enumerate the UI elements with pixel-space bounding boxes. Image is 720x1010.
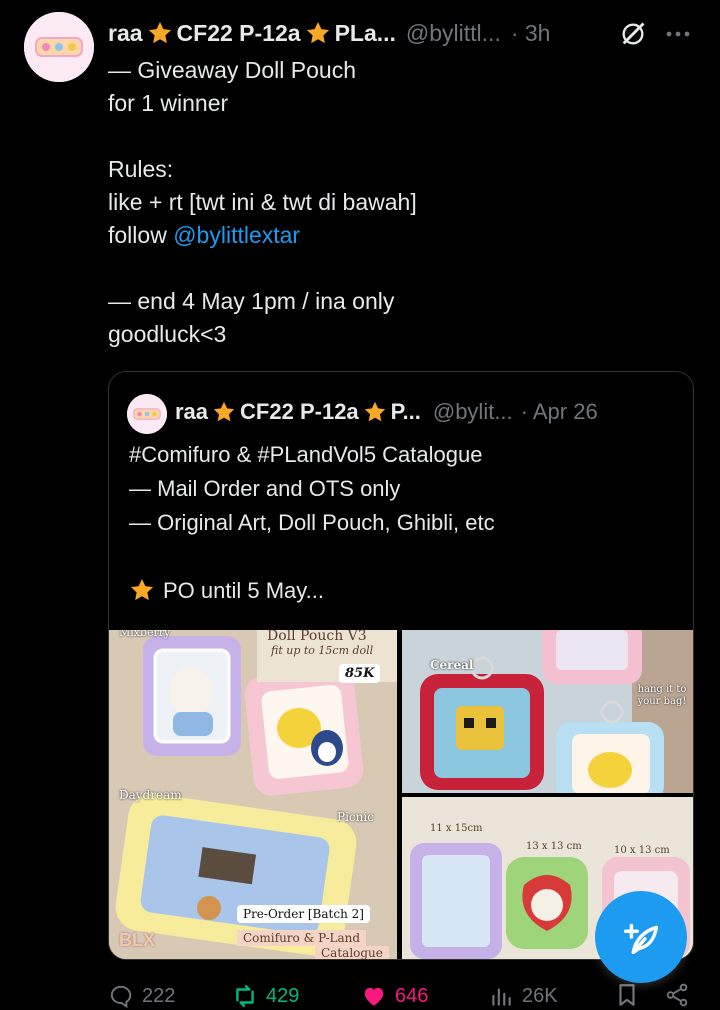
more-options-icon[interactable] (664, 24, 692, 44)
avatar-logo-icon (24, 12, 94, 82)
variant-label-daydream: Daydream (119, 788, 182, 802)
repost-icon (236, 985, 254, 1007)
avatar[interactable] (24, 12, 94, 82)
compose-post-button[interactable] (595, 891, 687, 983)
views-count: 26K (522, 984, 558, 1007)
avatar-logo-icon (127, 394, 167, 434)
catalogue-footer: Comifuro & P-Land (237, 930, 367, 946)
reply-icon (110, 985, 132, 1009)
quote-text: #Comifuro & #PLandVol5 Catalogue — Mail … (129, 438, 689, 608)
display-name[interactable]: raa (108, 20, 143, 47)
like-count: 646 (395, 984, 429, 1007)
media-image-keychain-pouch[interactable]: Cereal hang it to your bag! (402, 630, 693, 793)
quote-date[interactable]: · Apr 26 (521, 399, 598, 425)
brand-logo: BLX (119, 930, 155, 950)
quoted-tweet[interactable]: raa CF22 P-12a P... @bylit... · Apr 26 #… (108, 371, 694, 960)
reply-button[interactable]: 222 (108, 982, 175, 1010)
tweet-header: raa CF22 P-12a PLa... @bylittl... · 3h (108, 18, 698, 48)
display-name-part3[interactable]: PLa... (335, 20, 396, 47)
media-image-doll-pouch[interactable]: Mixberry Doll Pouch V3 fit up to 15cm do… (109, 630, 397, 959)
quote-handle[interactable]: @bylit... (433, 399, 513, 425)
star-emoji-icon (213, 401, 235, 422)
grok-icon[interactable] (619, 20, 647, 48)
quote-text-line: #Comifuro & #PLandVol5 Catalogue (129, 442, 483, 467)
quote-display-name-part2[interactable]: CF22 P-12a (240, 399, 359, 425)
display-name-part2[interactable]: CF22 P-12a (177, 20, 301, 47)
quote-display-name-part3[interactable]: P... (391, 399, 421, 425)
tweet-text-line: for 1 winner (108, 90, 229, 116)
heart-icon (364, 987, 384, 1006)
handle[interactable]: @bylittl... (406, 20, 501, 47)
follow-prefix: follow (108, 222, 174, 248)
quote-last-line-text: PO until 5 May... (163, 578, 324, 603)
bookmark-icon[interactable] (614, 982, 640, 1008)
like-button[interactable]: 646 (361, 982, 428, 1010)
preorder-badge: Pre-Order [Batch 2] (237, 905, 370, 923)
tweet-text-line: goodluck<3 (108, 321, 227, 347)
tweet-text: — Giveaway Doll Pouch for 1 winner Rules… (108, 54, 688, 351)
tweet-text-line (108, 120, 688, 153)
price-tag: 85K (339, 664, 381, 683)
size-label-3: 10 x 13 cm (614, 845, 670, 856)
quote-last-line: PO until 5 May... (129, 574, 689, 608)
mention-link[interactable]: @bylittlextar (173, 222, 300, 248)
compose-feather-icon (623, 923, 659, 955)
star-emoji-icon (364, 401, 385, 422)
catalogue-footer-2: Catalogue (315, 946, 389, 959)
repost-button[interactable]: 429 (232, 982, 299, 1010)
star-emoji-icon (148, 21, 171, 44)
product-subtitle: fit up to 15cm doll (271, 644, 374, 657)
variant-label-picnic: Picnic (337, 810, 374, 824)
product-title: Doll Pouch V3 (267, 630, 367, 644)
tweet-text-line: Rules: (108, 156, 174, 182)
views-icon (492, 988, 511, 1006)
quote-text-line: — Mail Order and OTS only (129, 476, 401, 501)
size-label-2: 13 x 13 cm (526, 841, 582, 852)
reply-count: 222 (142, 984, 176, 1007)
share-icon[interactable] (664, 982, 690, 1008)
quote-text-line (129, 540, 689, 574)
timestamp[interactable]: · 3h (511, 20, 551, 47)
quote-text-line: — Original Art, Doll Pouch, Ghibli, etc (129, 510, 495, 535)
hang-note: hang it to your bag! (637, 684, 687, 707)
star-emoji-icon (130, 578, 154, 601)
tweet-text-line: — end 4 May 1pm / ina only (108, 288, 395, 314)
views-button[interactable]: 26K (488, 982, 558, 1010)
keychain-pouch-illustration (402, 630, 693, 793)
tweet-text-line: — Giveaway Doll Pouch (108, 57, 356, 83)
corner-label: Mixberry (119, 630, 171, 639)
quote-avatar[interactable] (127, 394, 167, 434)
follow-line: follow @bylittlextar (108, 219, 688, 252)
quote-header: raa CF22 P-12a P... @bylit... · Apr 26 (175, 396, 685, 428)
variant-label-cereal: Cereal (430, 658, 474, 672)
star-emoji-icon (306, 21, 329, 44)
tweet-text-line: like + rt [twt ini & twt di bawah] (108, 189, 417, 215)
repost-count: 429 (266, 984, 300, 1007)
quote-display-name[interactable]: raa (175, 399, 208, 425)
size-label-1: 11 x 15cm (430, 823, 483, 834)
tweet-text-line (108, 252, 688, 285)
